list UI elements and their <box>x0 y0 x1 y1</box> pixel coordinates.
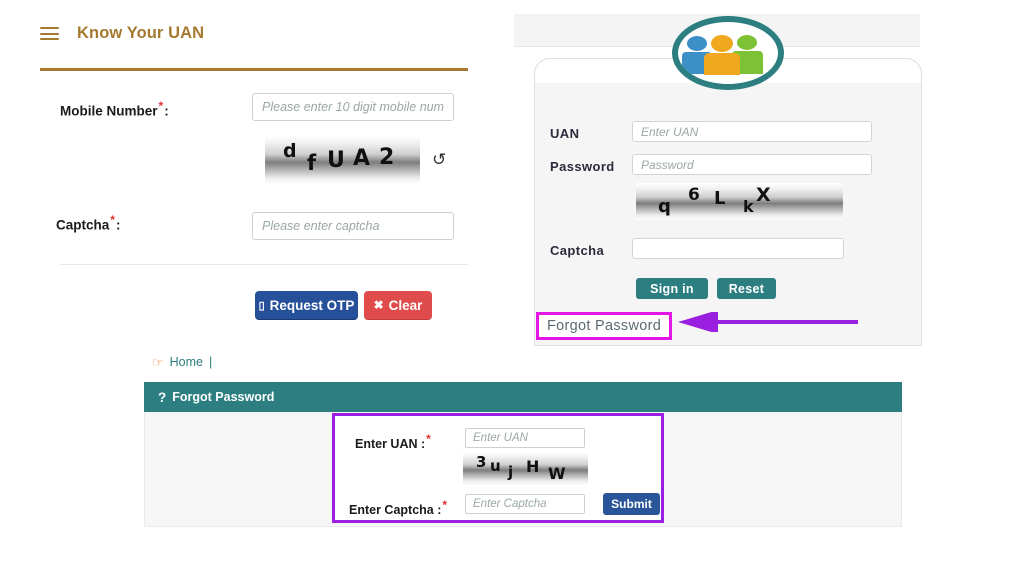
required-asterisk: * <box>110 213 115 227</box>
fp-captcha-label: Enter Captcha :* <box>349 498 448 518</box>
fp-uan-label: Enter UAN :* <box>355 432 431 452</box>
forgot-password-header-title: Forgot Password <box>172 390 275 404</box>
epfo-logo-icon <box>672 16 784 90</box>
fp-captcha-image: 3 u j H W <box>463 452 588 485</box>
refresh-icon[interactable]: ↺ <box>432 151 446 168</box>
forgot-password-link-highlight: Forgot Password <box>536 312 673 340</box>
cross-icon: ✖ <box>373 298 384 312</box>
captcha-label: Captcha*: <box>56 213 121 233</box>
mobile-number-input[interactable] <box>252 93 454 121</box>
title-underline <box>40 68 468 71</box>
member-login-panel: UAN Password q 6 L k X Captcha Sign in R… <box>514 14 922 346</box>
home-icon: ☞ <box>152 354 164 370</box>
sign-in-button[interactable]: Sign in <box>636 278 708 299</box>
clear-label: Clear <box>388 297 423 313</box>
captcha-input[interactable] <box>252 212 454 240</box>
request-otp-button[interactable]: ▯ Request OTP <box>255 291 358 319</box>
password-input[interactable] <box>632 154 872 175</box>
fp-captcha-input[interactable] <box>465 494 585 514</box>
know-your-uan-panel: Know Your UAN Mobile Number*: d f U A 2 … <box>0 0 500 345</box>
request-otp-label: Request OTP <box>269 297 355 313</box>
captcha-label-row: Captcha*: <box>56 213 120 233</box>
page-title: Know Your UAN <box>77 24 205 42</box>
question-mark-icon: ? <box>158 389 167 405</box>
clear-button[interactable]: ✖ Clear <box>364 291 432 319</box>
breadcrumb-separator: | <box>209 355 213 369</box>
know-your-uan-header: Know Your UAN <box>40 24 204 43</box>
required-asterisk: * <box>442 498 448 512</box>
captcha-image: d f U A 2 <box>265 136 420 184</box>
mobile-phone-icon: ▯ <box>258 299 265 312</box>
forgot-password-header-bar: ? Forgot Password <box>144 382 902 412</box>
forgot-password-page: ☞ Home | ? Forgot Password Enter UAN :* … <box>144 355 902 527</box>
forgot-password-form-highlight: Enter UAN :* 3 u j H W Enter Captcha :* … <box>332 413 664 523</box>
hamburger-icon[interactable] <box>40 27 59 40</box>
mobile-number-label-row: Mobile Number*: <box>60 99 169 119</box>
left-pointing-arrow-icon <box>678 310 858 334</box>
breadcrumb: ☞ Home | <box>152 355 212 369</box>
uan-input[interactable] <box>632 121 872 142</box>
uan-label: UAN <box>550 126 580 141</box>
password-label: Password <box>550 159 615 174</box>
annotation-arrow <box>678 310 860 334</box>
submit-button[interactable]: Submit <box>603 493 660 515</box>
form-divider <box>60 264 468 265</box>
required-asterisk: * <box>158 99 164 113</box>
login-captcha-label: Captcha <box>550 243 605 258</box>
required-asterisk: * <box>426 432 431 446</box>
forgot-password-link[interactable]: Forgot Password <box>547 318 661 334</box>
mobile-number-label: Mobile Number*: <box>60 99 169 119</box>
fp-uan-input[interactable] <box>465 428 585 448</box>
login-captcha-image: q 6 L k X <box>636 183 843 220</box>
login-captcha-input[interactable] <box>632 238 844 259</box>
screenshot-root: Know Your UAN Mobile Number*: d f U A 2 … <box>0 0 1024 576</box>
reset-button[interactable]: Reset <box>717 278 776 299</box>
breadcrumb-home-link[interactable]: Home <box>170 355 203 369</box>
